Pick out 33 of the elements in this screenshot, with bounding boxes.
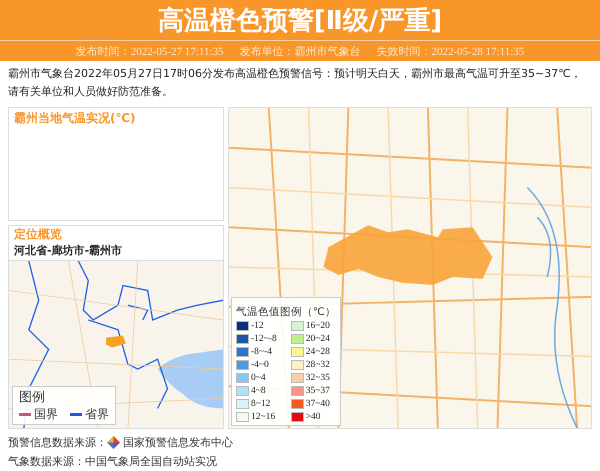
legend-label: -8~-4 <box>251 346 272 356</box>
legend-label: 37~40 <box>306 398 330 408</box>
source-label: 预警信息数据来源： <box>8 435 107 451</box>
legend-label: 8~12 <box>251 398 270 408</box>
source-label: 气象数据来源： <box>8 454 85 470</box>
panel-title: 霸州当地气温实况(℃) <box>14 110 136 127</box>
legend-label: 32~35 <box>306 372 330 382</box>
legend-label: 35~37 <box>306 386 330 396</box>
legend-label: 16~20 <box>306 320 330 330</box>
warning-description: 霸州市气象台2022年05月27日17时06分发布高温橙色预警信号：预计明天白天，霸州市最高气温可升至35~37℃，请有关单位和人员做好防范准备。 <box>8 66 583 100</box>
legend-label: >40 <box>306 412 321 422</box>
legend-label: -12~-8 <box>251 334 277 344</box>
source-name: 中国气象局全国自动站实况 <box>85 454 217 470</box>
legend-label: 28~32 <box>306 360 330 370</box>
panel-title: 定位概览 <box>12 226 63 243</box>
meta-text: 失效时间：2022-05-28 17:11:35 <box>376 44 524 58</box>
source-name: 国家预警信息发布中心 <box>123 435 233 451</box>
legend-title: 图例 <box>19 389 46 406</box>
meta-text: 发布单位：霸州市气象台 <box>240 44 360 58</box>
warning-title: 高温橙色预警[Ⅱ级/严重] <box>158 4 442 38</box>
diamond-logo-icon <box>107 436 120 449</box>
legend-label: 4~8 <box>251 386 266 396</box>
meta-text: 发布时间：2022-05-27 17:11:35 <box>76 44 224 58</box>
legend-label: -4~0 <box>251 360 269 370</box>
legend-label: -12 <box>251 320 264 330</box>
legend-label: 0~4 <box>251 372 266 382</box>
location-path: 河北省-廊坊市-霸州市 <box>13 243 124 259</box>
legend-label: 24~28 <box>306 346 330 356</box>
legend-label: 省界 <box>85 406 109 423</box>
legend-title: 气温色值图例（℃） <box>236 306 336 318</box>
legend-label: 国界 <box>34 406 58 423</box>
legend-label: 12~16 <box>251 412 276 422</box>
legend-label: 20~24 <box>306 334 330 344</box>
